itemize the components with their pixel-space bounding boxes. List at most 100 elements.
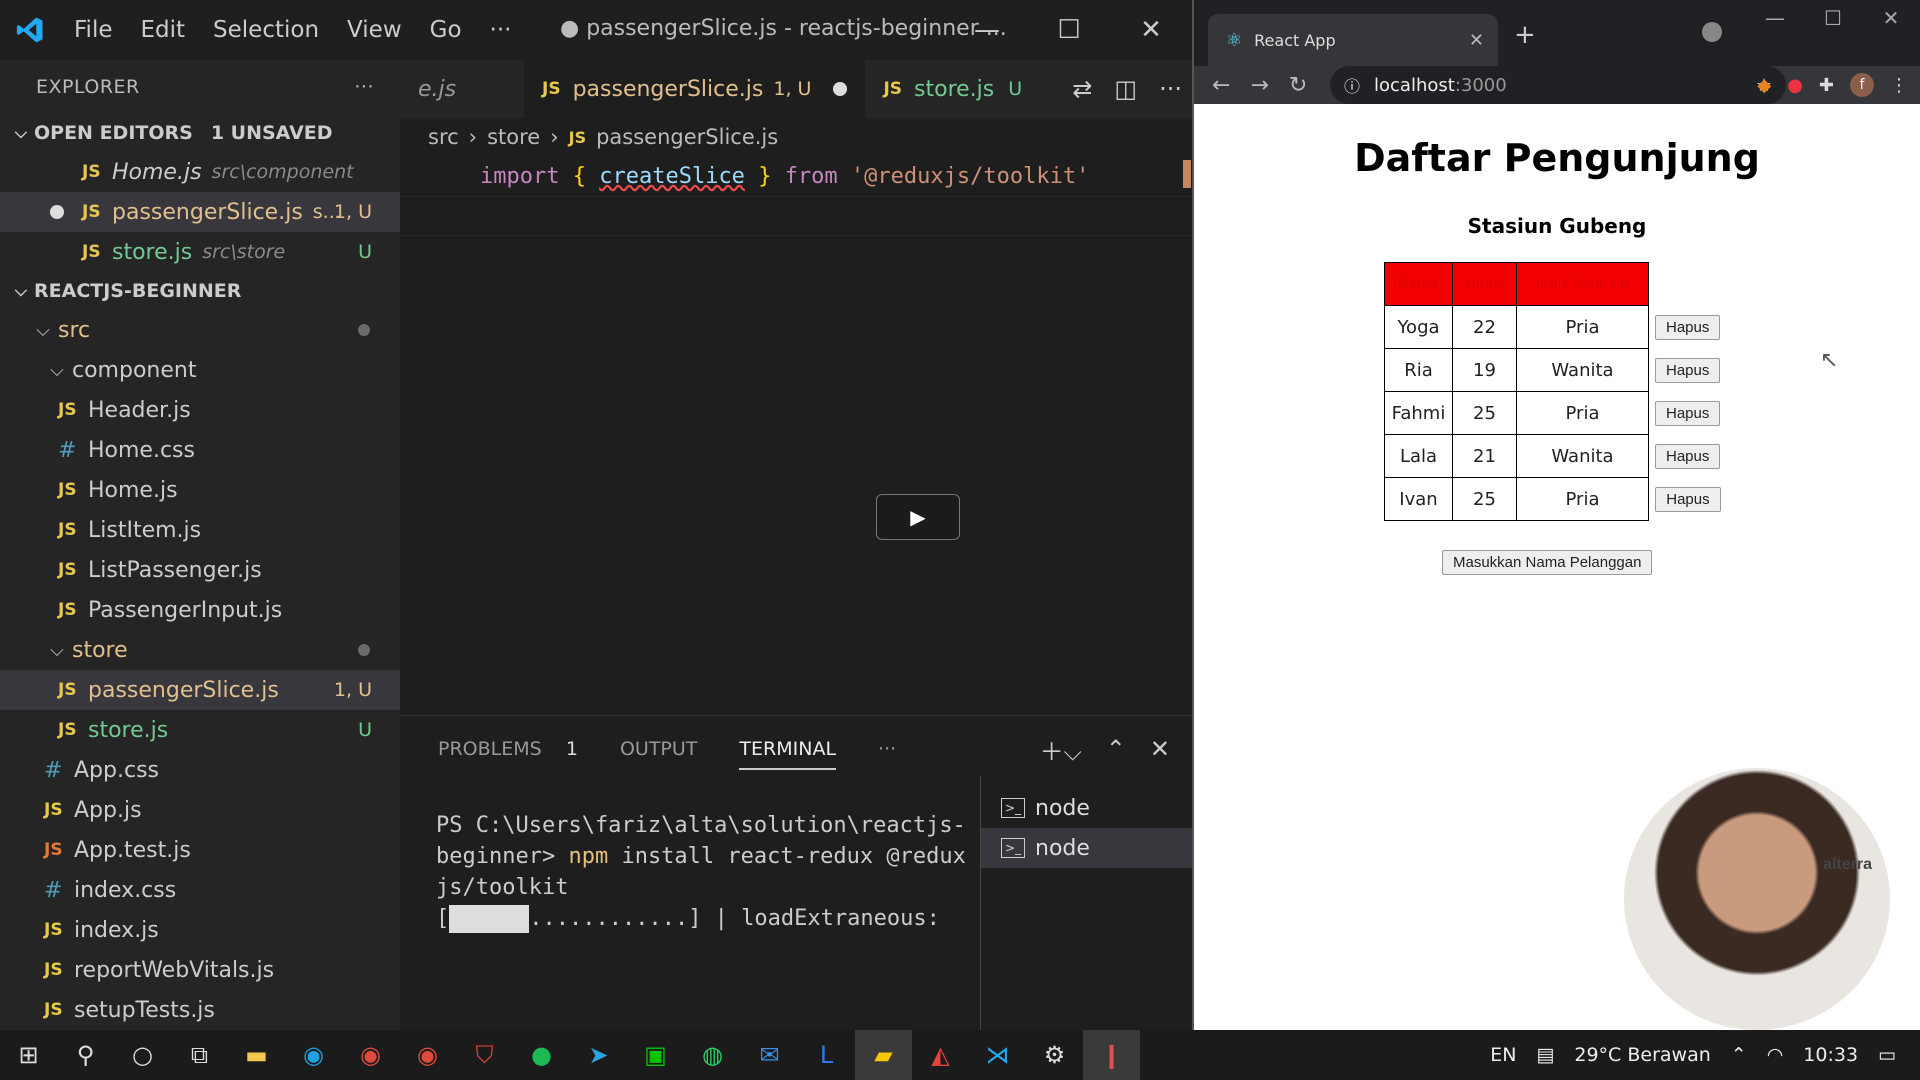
- explorer-more-icon[interactable]: ···: [354, 76, 374, 98]
- task-view-icon[interactable]: ⧉: [171, 1030, 228, 1080]
- antivirus-icon[interactable]: ⛉: [456, 1030, 513, 1080]
- terminal-instance[interactable]: >_ node: [981, 828, 1192, 868]
- file-item[interactable]: JS ListPassenger.js: [0, 550, 400, 590]
- unsaved-dot-icon[interactable]: [50, 205, 64, 219]
- add-passenger-button[interactable]: Masukkan Nama Pelanggan: [1442, 550, 1653, 575]
- folder-component[interactable]: ⌵ component: [0, 350, 400, 390]
- folder-store[interactable]: ⌵ store: [0, 630, 400, 670]
- file-item[interactable]: JS PassengerInput.js: [0, 590, 400, 630]
- menu-edit[interactable]: Edit: [127, 17, 200, 43]
- close-icon[interactable]: ✕: [1862, 6, 1920, 30]
- mail-icon[interactable]: ✉: [741, 1030, 798, 1080]
- metamask-icon[interactable]: ◆: [1757, 75, 1771, 96]
- cortana-icon[interactable]: ○: [114, 1030, 171, 1080]
- menu-go[interactable]: Go: [416, 17, 476, 43]
- open-editor-item[interactable]: JS Home.js src\component: [0, 152, 400, 192]
- settings-gear-icon[interactable]: ⚙: [1026, 1030, 1083, 1080]
- breadcrumb-file[interactable]: passengerSlice.js: [596, 125, 778, 149]
- maximize-panel-icon[interactable]: ⌃: [1106, 735, 1126, 763]
- edge-icon[interactable]: ◉: [285, 1030, 342, 1080]
- delete-button[interactable]: Hapus: [1655, 486, 1721, 512]
- forward-icon[interactable]: →: [1250, 73, 1268, 98]
- windows-start-icon[interactable]: ⊞: [0, 1030, 57, 1080]
- delete-button[interactable]: Hapus: [1655, 314, 1721, 340]
- wifi-icon[interactable]: ◠: [1767, 1044, 1784, 1066]
- chevron-up-icon[interactable]: ⌃: [1731, 1044, 1747, 1066]
- chrome-alt-icon[interactable]: ◉: [399, 1030, 456, 1080]
- telegram-icon[interactable]: ➤: [570, 1030, 627, 1080]
- recorder-icon[interactable]: ❙: [1083, 1030, 1140, 1080]
- breadcrumb-src[interactable]: src: [428, 125, 459, 149]
- file-item[interactable]: JS Header.js: [0, 390, 400, 430]
- code-line[interactable]: import { createSlice } from '@reduxjs/to…: [400, 156, 1192, 196]
- file-explorer-icon[interactable]: ▬: [228, 1030, 285, 1080]
- compare-changes-icon[interactable]: ⇄: [1072, 75, 1092, 103]
- sticky-notes-icon[interactable]: ▰: [855, 1030, 912, 1080]
- file-item[interactable]: # App.css: [0, 750, 400, 790]
- tab-store[interactable]: JS store.js U: [865, 60, 1040, 118]
- language-indicator[interactable]: EN: [1490, 1044, 1516, 1066]
- file-item[interactable]: JS setupTests.js: [0, 990, 400, 1030]
- delete-button[interactable]: Hapus: [1655, 357, 1721, 383]
- vscode-taskbar-icon[interactable]: ⋊: [969, 1030, 1026, 1080]
- menu-more[interactable]: ···: [476, 17, 526, 43]
- maximize-icon[interactable]: ☐: [1804, 6, 1862, 30]
- back-icon[interactable]: ←: [1212, 73, 1230, 98]
- color-extension-icon[interactable]: ●: [1787, 75, 1803, 96]
- open-editor-item[interactable]: JS passengerSlice.js s... 1, U: [0, 192, 400, 232]
- more-actions-icon[interactable]: ···: [1159, 75, 1182, 103]
- tab-terminal[interactable]: TERMINAL: [739, 738, 837, 770]
- close-tab-icon[interactable]: ✕: [1469, 30, 1484, 51]
- weather-icon[interactable]: ▤: [1536, 1044, 1554, 1066]
- open-editors-section[interactable]: ⌵ OPEN EDITORS 1 UNSAVED: [0, 114, 400, 152]
- profile-avatar[interactable]: f: [1850, 73, 1874, 97]
- line-icon[interactable]: ▣: [627, 1030, 684, 1080]
- maximize-icon[interactable]: ☐: [1028, 0, 1110, 60]
- file-item[interactable]: # index.css: [0, 870, 400, 910]
- tab-home[interactable]: e.js: [400, 60, 524, 118]
- file-item[interactable]: JS reportWebVitals.js: [0, 950, 400, 990]
- file-item[interactable]: JS store.js U: [0, 710, 400, 750]
- file-item[interactable]: JS Home.js: [0, 470, 400, 510]
- omnibox[interactable]: ⓘ localhost:3000 ☆: [1330, 66, 1786, 104]
- file-item[interactable]: JS App.js: [0, 790, 400, 830]
- open-editor-item[interactable]: JS store.js src\store U: [0, 232, 400, 272]
- whatsapp-icon[interactable]: ◍: [684, 1030, 741, 1080]
- new-tab-icon[interactable]: +: [1514, 20, 1536, 50]
- minimize-icon[interactable]: —: [1746, 6, 1804, 30]
- url-bar[interactable]: ⓘ localhost:3000 ☆: [1330, 66, 1786, 104]
- split-editor-icon[interactable]: ◫: [1114, 75, 1137, 103]
- notifications-icon[interactable]: ▭: [1878, 1044, 1896, 1066]
- terminal-output[interactable]: PS C:\Users\fariz\alta\solution\reactjs-…: [436, 810, 976, 934]
- play-icon[interactable]: ▶: [876, 494, 960, 540]
- code-line-current[interactable]: [400, 196, 1192, 236]
- terminal-instance[interactable]: >_ node: [981, 788, 1192, 828]
- spotify-icon[interactable]: ●: [513, 1030, 570, 1080]
- menu-selection[interactable]: Selection: [199, 17, 333, 43]
- tab-output[interactable]: OUTPUT: [620, 738, 697, 760]
- close-panel-icon[interactable]: ✕: [1150, 735, 1170, 763]
- tab-problems[interactable]: PROBLEMS 1: [438, 738, 578, 760]
- clock[interactable]: 10:33: [1803, 1044, 1858, 1066]
- delete-button[interactable]: Hapus: [1655, 400, 1721, 426]
- menu-view[interactable]: View: [333, 17, 416, 43]
- extensions-puzzle-icon[interactable]: ✚: [1819, 75, 1834, 96]
- search-icon[interactable]: ⚲: [57, 1030, 114, 1080]
- new-terminal-icon[interactable]: ＋⌵: [1040, 732, 1082, 767]
- delete-button[interactable]: Hapus: [1655, 443, 1721, 469]
- chrome-icon[interactable]: ◉: [342, 1030, 399, 1080]
- minimize-icon[interactable]: —: [946, 0, 1028, 60]
- acrobat-icon[interactable]: ◭: [912, 1030, 969, 1080]
- l-app-icon[interactable]: L: [798, 1030, 855, 1080]
- close-icon[interactable]: ✕: [1110, 0, 1192, 60]
- panel-more-icon[interactable]: ···: [878, 738, 896, 760]
- file-item[interactable]: JS App.test.js: [0, 830, 400, 870]
- weather-text[interactable]: 29°C Berawan: [1574, 1044, 1710, 1066]
- code-editor[interactable]: import { createSlice } from '@reduxjs/to…: [400, 156, 1192, 236]
- browser-tab[interactable]: ⚛ React App ✕: [1208, 14, 1498, 66]
- file-item[interactable]: JS index.js: [0, 910, 400, 950]
- project-section[interactable]: ⌵ REACTJS-BEGINNER: [0, 272, 400, 310]
- chrome-menu-icon[interactable]: ⋮: [1890, 75, 1908, 96]
- folder-src[interactable]: ⌵ src: [0, 310, 400, 350]
- unsaved-dot-icon[interactable]: [833, 82, 848, 96]
